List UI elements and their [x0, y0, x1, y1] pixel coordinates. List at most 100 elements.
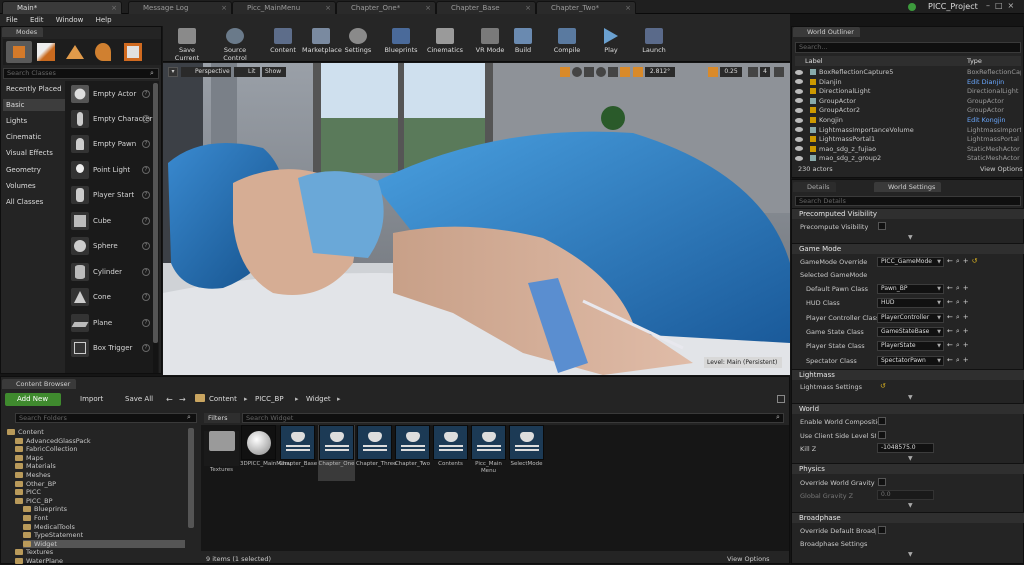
help-icon[interactable]: ? [142, 90, 150, 98]
lit-button[interactable]: Lit [234, 67, 260, 77]
selected-gamemode-label[interactable]: Selected GameMode [800, 271, 867, 279]
category-volumes[interactable]: Volumes [3, 180, 65, 192]
search-folders-input[interactable]: Search Folders [15, 413, 197, 423]
vr-mode-button[interactable]: VR Mode [474, 27, 506, 57]
lightmass-settings-label[interactable]: Lightmass Settings [800, 383, 862, 391]
level-viewport[interactable]: ▾ Perspective Lit Show 2.812° 0.25 4 Lev… [163, 63, 790, 375]
filters-button[interactable]: Filters [204, 413, 240, 423]
visibility-eye-icon[interactable] [795, 117, 803, 123]
source-control-status-icon[interactable] [908, 3, 916, 11]
folder-tree-scrollbar[interactable] [188, 428, 194, 528]
section-lightmass[interactable]: Lightmass [792, 369, 1024, 380]
tab-chapter-base[interactable]: Chapter_Base × [436, 1, 536, 14]
help-icon[interactable]: ? [142, 217, 150, 225]
gamemode-class-dropdown[interactable]: PlayerController [877, 312, 944, 323]
gamemode-class-dropdown[interactable]: HUD [877, 298, 944, 309]
cinematics-button[interactable]: Cinematics [426, 27, 464, 57]
surface-snapping-icon[interactable] [608, 67, 618, 77]
modes-tab[interactable]: Modes [2, 27, 44, 37]
menu-file[interactable]: File [6, 14, 18, 26]
visibility-eye-icon[interactable] [795, 146, 803, 152]
asset-widget-blueprint[interactable]: SelectMode [508, 425, 545, 481]
asset-widget-blueprint[interactable]: Chapter_One [318, 425, 355, 481]
asset-widget-blueprint[interactable]: Chapter_Two [394, 425, 431, 481]
visibility-eye-icon[interactable] [795, 69, 803, 75]
visibility-eye-icon[interactable] [795, 88, 803, 94]
outliner-row[interactable]: BoxReflectionCapture5 BoxReflectionCaptur… [795, 68, 1021, 77]
class-plane[interactable]: Plane? [69, 312, 153, 336]
override-world-gravity-checkbox[interactable] [878, 478, 886, 486]
breadcrumb-content[interactable]: Content [209, 395, 237, 403]
override-broadphase-checkbox[interactable] [878, 526, 886, 534]
label-column-header[interactable]: Label [805, 57, 823, 65]
folder-tree-item[interactable]: Maps [15, 454, 43, 462]
play-button[interactable]: Play [598, 27, 624, 57]
actor-type[interactable]: Edit Dianjin [967, 78, 1004, 87]
tab-picc-mainmenu[interactable]: Picc_MainMenu × [232, 1, 336, 14]
paint-mode-icon[interactable] [37, 43, 55, 61]
details-search-input[interactable]: Search Details [795, 196, 1021, 206]
section-game-mode[interactable]: Game Mode [792, 243, 1024, 254]
content-button[interactable]: Content [265, 27, 301, 57]
camera-speed-value[interactable]: 4 [760, 67, 770, 77]
class-actions[interactable]: ←⌕+ [947, 327, 972, 336]
help-icon[interactable]: ? [142, 191, 150, 199]
forward-arrow-icon[interactable]: → [179, 395, 186, 404]
world-outliner-tab[interactable]: World Outliner [793, 27, 860, 37]
asset-folder[interactable]: Textures [203, 425, 240, 481]
actor-type[interactable]: Edit Kongjin [967, 116, 1006, 125]
close-icon[interactable]: × [625, 2, 631, 14]
category-cinematic[interactable]: Cinematic [3, 131, 65, 143]
tab-message-log[interactable]: Message Log × [128, 1, 232, 14]
grid-snap-icon[interactable] [620, 67, 630, 77]
gamemode-override-dropdown[interactable]: PICC_GameMode [877, 257, 944, 267]
folder-tree-item[interactable]: FabricCollection [15, 445, 77, 453]
outliner-row[interactable]: GroupActor2 GroupActor [795, 106, 1021, 115]
menu-edit[interactable]: Edit [30, 14, 44, 26]
search-widget-input[interactable]: Search Widget [242, 413, 784, 423]
build-button[interactable]: Build [510, 27, 536, 57]
expand-arrow-icon[interactable]: ▼ [908, 234, 913, 241]
back-arrow-icon[interactable]: ← [166, 395, 173, 404]
visibility-eye-icon[interactable] [795, 107, 803, 113]
expand-arrow-icon[interactable]: ▼ [908, 455, 913, 462]
landscape-mode-icon[interactable] [66, 45, 84, 59]
category-all-classes[interactable]: All Classes [3, 196, 65, 208]
scale-icon[interactable] [584, 67, 594, 77]
scale-snap-icon[interactable] [708, 67, 718, 77]
class-player-start[interactable]: Player Start? [69, 184, 153, 208]
help-icon[interactable]: ? [142, 293, 150, 301]
asset-widget-blueprint[interactable]: Contents [432, 425, 469, 481]
folder-tree-item[interactable]: TypeStatement [23, 531, 83, 539]
window-controls[interactable]: –□× [986, 1, 1019, 10]
folder-tree-item[interactable]: PICC [15, 488, 41, 496]
asset-widget-blueprint[interactable]: Chapter_Three [356, 425, 397, 481]
outliner-row[interactable]: DirectionalLight DirectionalLight [795, 87, 1021, 96]
folder-tree-item[interactable]: Materials [15, 462, 56, 470]
visibility-eye-icon[interactable] [795, 127, 803, 133]
maximize-viewport-icon[interactable] [774, 67, 784, 77]
content-browser-tab[interactable]: Content Browser [2, 379, 77, 389]
expand-arrow-icon[interactable]: ▼ [908, 502, 913, 509]
details-tab[interactable]: Details [793, 182, 836, 192]
enable-world-composition-checkbox[interactable] [878, 417, 886, 425]
folder-tree-item[interactable]: MedicalTools [23, 523, 75, 531]
gamemode-class-dropdown[interactable]: Pawn_BP [877, 284, 944, 294]
class-list-scrollbar[interactable] [153, 83, 158, 373]
class-actions[interactable]: ←⌕+ [947, 284, 972, 293]
help-icon[interactable]: ? [142, 344, 150, 352]
gamemode-class-dropdown[interactable]: GameStateBase [877, 326, 944, 337]
asset-widget-blueprint[interactable]: 3DPICC_MainMenu [240, 425, 291, 481]
close-icon[interactable]: × [425, 2, 431, 14]
category-lights[interactable]: Lights [3, 115, 65, 127]
expand-arrow-icon[interactable]: ▼ [908, 551, 913, 558]
outliner-row[interactable]: LightmassPortal1 LightmassPortal [795, 135, 1021, 144]
visibility-eye-icon[interactable] [795, 79, 803, 85]
asset-widget-blueprint[interactable]: Chapter_Base [279, 425, 317, 481]
help-icon[interactable]: ? [142, 115, 150, 123]
visibility-eye-icon[interactable] [795, 136, 803, 142]
precompute-visibility-checkbox[interactable] [878, 222, 886, 230]
gamemode-class-dropdown[interactable]: PlayerState [877, 341, 944, 352]
viewport-options-button[interactable]: ▾ [168, 67, 178, 77]
place-mode-icon[interactable] [6, 41, 32, 63]
